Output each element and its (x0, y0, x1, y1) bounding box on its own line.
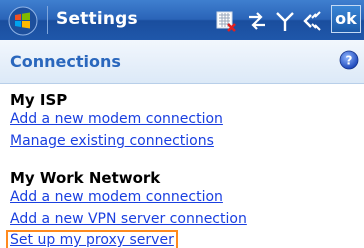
svg-text:?: ? (346, 54, 353, 68)
link-add-modem-connection-work[interactable]: Add a new modem connection (10, 189, 223, 205)
section-header: Connections ? (0, 40, 364, 84)
title-separator (47, 6, 48, 34)
app-title: Settings (56, 9, 138, 29)
group-title-my-work-network: My Work Network (10, 169, 161, 187)
speaker-icon[interactable] (301, 10, 325, 32)
group-title-my-isp: My ISP (10, 91, 68, 109)
signal-antenna-icon[interactable] (275, 10, 295, 32)
start-windows-icon[interactable] (8, 6, 38, 36)
sim-card-icon[interactable] (214, 9, 238, 33)
link-add-vpn-server-connection[interactable]: Add a new VPN server connection (10, 211, 247, 227)
link-set-up-proxy-server[interactable]: Set up my proxy server (6, 230, 178, 248)
ok-button[interactable]: ok (331, 5, 361, 33)
link-add-modem-connection-isp[interactable]: Add a new modem connection (10, 111, 223, 127)
link-manage-existing-connections[interactable]: Manage existing connections (10, 133, 214, 149)
title-bar: Settings ok (0, 0, 364, 40)
connectivity-arrows-icon[interactable] (246, 11, 268, 31)
page-title: Connections (10, 52, 121, 71)
help-question-icon[interactable]: ? (339, 50, 359, 70)
